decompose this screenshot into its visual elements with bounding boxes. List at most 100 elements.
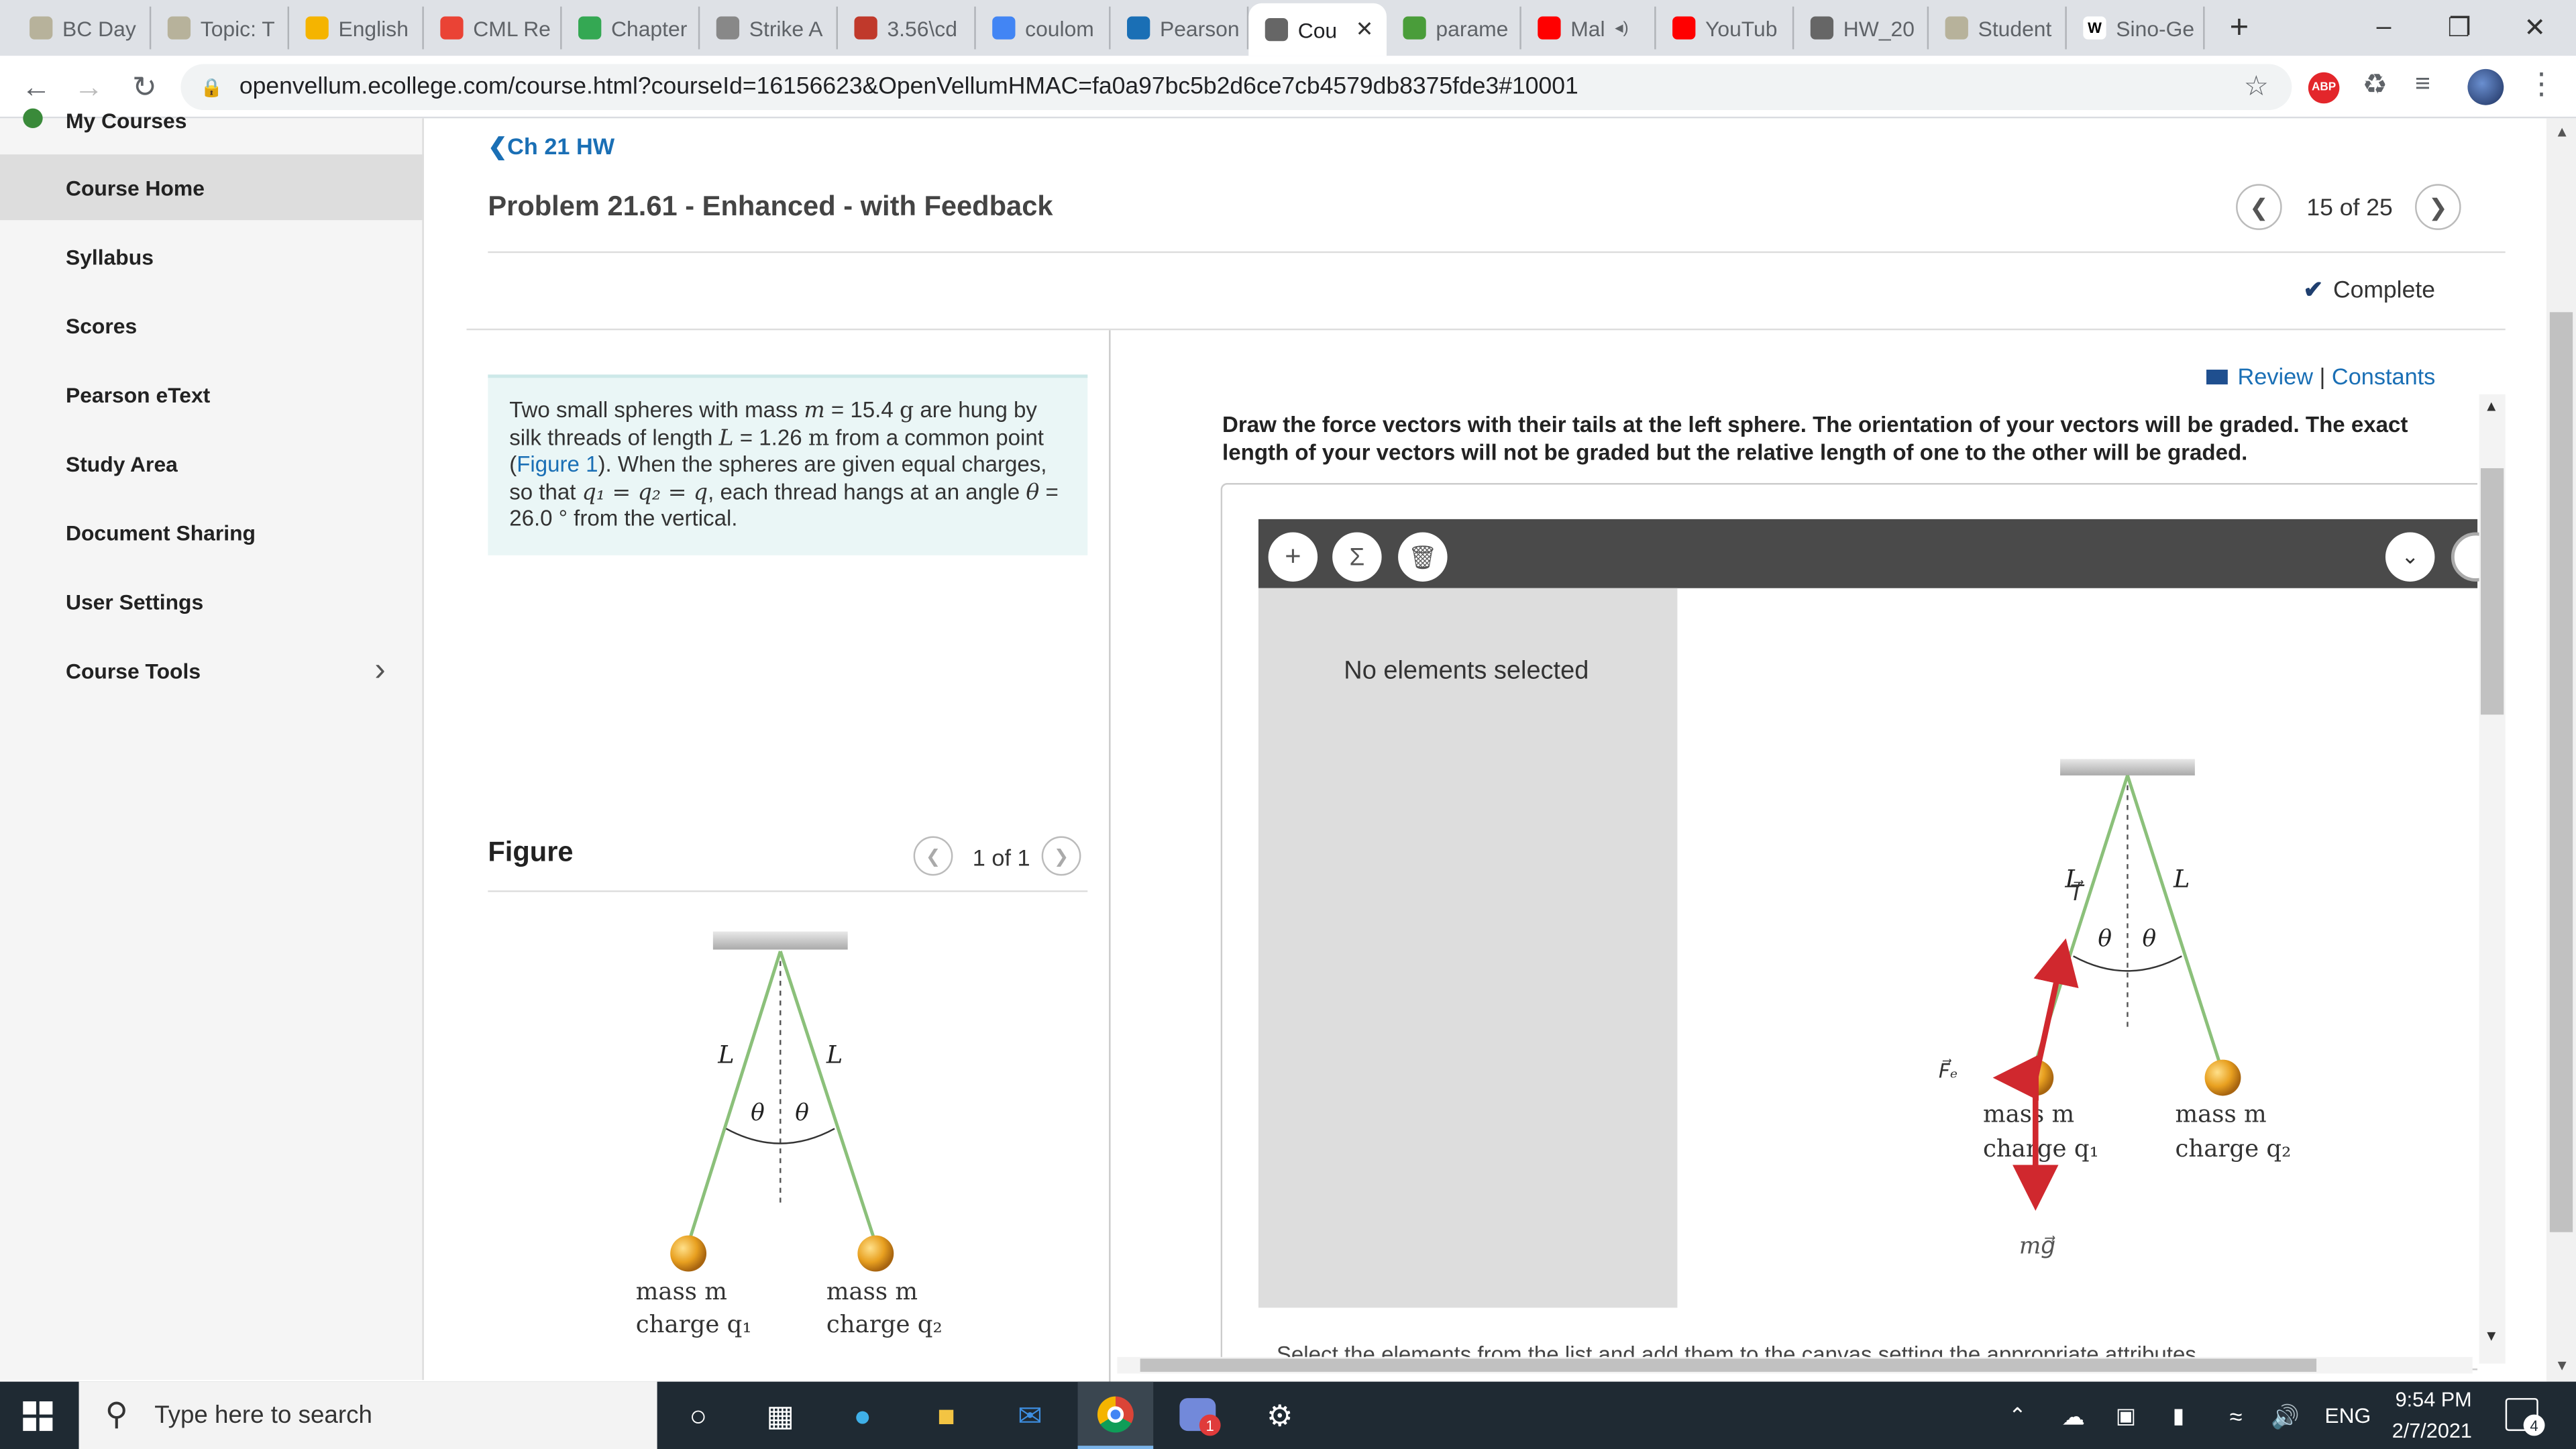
browser-tab[interactable]: CML Re <box>424 6 562 50</box>
task-view-icon[interactable]: ▦ <box>759 1395 802 1438</box>
vector-canvas[interactable]: L L θ θ mass m charge q₁ mass m charge q… <box>1866 739 2404 1281</box>
tab-label: Cou <box>1297 17 1338 42</box>
browser-tab[interactable]: W Sino-Ge <box>2067 6 2205 50</box>
tab-label: Strike A <box>749 15 823 41</box>
reload-button[interactable]: ↻ <box>125 67 164 107</box>
chevron-up-icon[interactable]: ⌃ <box>1996 1395 2039 1438</box>
browser-tab[interactable]: Cou ✕ <box>1248 3 1387 56</box>
browser-menu-icon[interactable]: ⋮ <box>2527 67 2557 101</box>
taskbar-search-input[interactable]: ⚲ Type here to search <box>78 1381 657 1449</box>
tab-label: Sino-Ge <box>2116 15 2195 41</box>
browser-tab[interactable]: BC Day <box>13 6 152 50</box>
figure-next-button[interactable]: ❯ <box>1041 836 1081 876</box>
close-tab-icon[interactable]: ✕ <box>1356 16 1374 42</box>
label-theta-right: θ <box>795 1099 809 1126</box>
notification-icon[interactable]: 4 <box>2505 1398 2545 1436</box>
sidebar-item-course-tools[interactable]: Course Tools › <box>0 637 424 703</box>
language-indicator[interactable]: ENG <box>2324 1403 2371 1428</box>
chrome-icon[interactable] <box>1077 1381 1154 1449</box>
tab-label: parame <box>1436 15 1509 41</box>
browser-tab[interactable]: Strike A <box>700 6 838 50</box>
prev-problem-button[interactable]: ❮ <box>2236 184 2282 230</box>
page-scroll-up[interactable]: ▲ <box>2555 123 2569 140</box>
battery-icon[interactable]: ▮ <box>2157 1395 2200 1438</box>
profile-avatar[interactable] <box>2467 68 2504 105</box>
browser-tab[interactable]: 3.56\cd <box>838 6 976 50</box>
sidebar-item-scores[interactable]: Scores <box>0 292 424 358</box>
extensions-icon[interactable]: ♻ <box>2363 69 2387 102</box>
sidebar-item-course-home[interactable]: Course Home <box>0 154 424 221</box>
new-tab-button[interactable]: + <box>2221 9 2257 46</box>
scroll-down-arrow[interactable]: ▼ <box>2484 1328 2499 1344</box>
clock-date[interactable]: 2/7/2021 <box>2392 1419 2472 1442</box>
edge-icon[interactable]: ● <box>841 1395 884 1438</box>
trash-icon[interactable]: 🗑 <box>1398 532 1448 582</box>
sidebar-item-study-area[interactable]: Study Area <box>0 431 424 496</box>
review-link[interactable]: Review <box>2238 363 2313 389</box>
inner-scroll-thumb[interactable] <box>2480 468 2504 715</box>
sidebar-my-courses[interactable]: My Courses <box>66 109 186 133</box>
sidebar-item-syllabus[interactable]: Syllabus <box>0 223 424 289</box>
support-bar <box>712 931 848 950</box>
restore-button[interactable]: ❐ <box>2422 0 2498 56</box>
clock-time[interactable]: 9:54 PM <box>2396 1388 2472 1411</box>
constants-link[interactable]: Constants <box>2332 363 2435 389</box>
tab-label: English <box>338 15 409 41</box>
file-explorer-icon[interactable]: ■ <box>925 1395 968 1438</box>
chevron-left-icon: ❮ <box>488 133 508 160</box>
address-bar[interactable]: 🔒 openvellum.ecollege.com/course.html?co… <box>180 64 2292 111</box>
figure-prev-button[interactable]: ❮ <box>913 836 953 876</box>
label-theta-left: θ <box>2098 926 2112 953</box>
cortana-icon[interactable]: ○ <box>677 1395 720 1438</box>
properties-panel: No elements selected <box>1258 588 1678 1308</box>
mail-icon <box>305 16 329 40</box>
inner-vertical-scrollbar[interactable]: ▲ ▼ <box>2479 394 2506 1364</box>
browser-tab[interactable]: Pearson <box>1111 6 1249 50</box>
settings-gear-icon[interactable]: ⚙ <box>1258 1395 1301 1438</box>
browser-tab[interactable]: coulom <box>976 6 1111 50</box>
problem-pager: 15 of 25 <box>2306 195 2393 222</box>
browser-tab[interactable]: English <box>289 6 424 50</box>
adblock-icon[interactable]: ABP <box>2308 72 2340 104</box>
wifi-icon[interactable]: ≈ <box>2214 1395 2257 1438</box>
sidebar-item-document-sharing[interactable]: Document Sharing <box>0 499 424 565</box>
browser-tab[interactable]: parame <box>1387 6 1521 50</box>
star-icon[interactable]: ☆ <box>2244 70 2269 103</box>
instructions: Draw the force vectors with their tails … <box>1222 412 2408 464</box>
tab-audio-icon[interactable]: ◂) <box>1615 19 1628 37</box>
page-scroll-thumb[interactable] <box>2549 312 2573 1232</box>
page-vertical-scrollbar[interactable]: ▲ ▼ <box>2546 118 2576 1382</box>
drive-icon <box>578 16 602 40</box>
horizontal-scroll-thumb[interactable] <box>1140 1358 2317 1372</box>
tab-label: Topic: T <box>200 15 275 41</box>
browser-tab[interactable]: Topic: T <box>151 6 290 50</box>
back-button[interactable]: ← <box>16 67 56 107</box>
windows-start-icon[interactable] <box>23 1401 53 1432</box>
inner-horizontal-scrollbar[interactable] <box>1117 1356 2473 1374</box>
sigma-button[interactable]: Σ <box>1332 532 1382 582</box>
close-window-button[interactable]: ✕ <box>2497 0 2573 56</box>
onedrive-icon[interactable]: ☁ <box>2052 1395 2095 1438</box>
reading-list-icon[interactable]: ≡ <box>2415 70 2430 100</box>
scroll-up-arrow[interactable]: ▲ <box>2484 398 2499 414</box>
sidebar-item-user-settings[interactable]: User Settings <box>0 568 424 634</box>
browser-tab[interactable]: Student <box>1929 6 2067 50</box>
meet-now-icon[interactable]: ▣ <box>2104 1395 2147 1438</box>
sidebar-item-pearson-etext[interactable]: Pearson eText <box>0 362 424 427</box>
back-to-chapter-link[interactable]: ❮Ch 21 HW <box>488 133 614 161</box>
chevron-down-icon[interactable]: ⌄ <box>2385 532 2435 582</box>
volume-icon[interactable]: 🔊 <box>2264 1395 2307 1438</box>
figure-link[interactable]: Figure 1 <box>517 451 598 476</box>
add-element-button[interactable]: + <box>1268 532 1318 582</box>
page-scroll-down[interactable]: ▼ <box>2555 1357 2569 1373</box>
discord-icon[interactable]: 1 <box>1179 1398 1221 1436</box>
forward-button[interactable]: → <box>69 67 109 107</box>
browser-tab[interactable]: Mal ◂) <box>1521 6 1656 50</box>
minimize-button[interactable]: – <box>2346 0 2422 56</box>
browser-tab[interactable]: Chapter <box>562 6 700 50</box>
browser-tab[interactable]: HW_20 <box>1794 6 1929 50</box>
next-problem-button[interactable]: ❯ <box>2415 184 2461 230</box>
mail-icon[interactable]: ✉ <box>1009 1395 1052 1438</box>
browser-tab[interactable]: YouTub <box>1656 6 1794 50</box>
check-icon: ✔ <box>2303 277 2324 305</box>
